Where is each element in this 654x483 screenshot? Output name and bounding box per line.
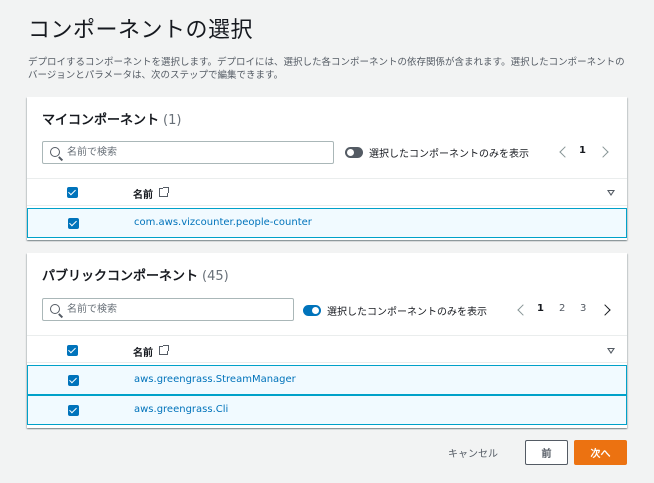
public-components-title: パブリックコンポーネント [42,269,199,284]
external-link-icon [159,345,169,355]
row-checkbox[interactable] [68,218,79,229]
sort-desc-icon[interactable] [607,190,615,196]
page-2[interactable]: 2 [559,303,565,314]
public-components-selected-only-toggle[interactable] [303,305,321,316]
my-components-header: マイコンポーネント (1) [42,109,181,128]
my-components-count: (1) [163,113,182,128]
chevron-right-icon[interactable] [597,146,609,158]
my-components-search[interactable] [42,141,334,164]
page-description: デプロイするコンポーネントを選択します。デプロイには、選択した各コンポーネントの… [28,57,625,81]
component-link[interactable]: aws.greengrass.StreamManager [134,374,296,385]
cancel-button[interactable]: キャンセル [448,445,498,460]
my-components-panel: マイコンポーネント(1) 選択したコンポーネントのみを表示 1 名前 com.a… [27,97,627,240]
my-components-selected-only-toggle[interactable] [345,147,363,158]
column-name-header[interactable]: 名前 [133,344,153,359]
chevron-left-icon[interactable] [559,146,571,158]
my-components-search-input[interactable] [67,145,327,160]
my-components-toggle-label: 選択したコンポーネントのみを表示 [369,149,529,160]
page-1[interactable]: 1 [579,145,586,156]
my-components-table-header: 名前 [27,178,627,206]
page-1[interactable]: 1 [537,303,544,314]
row-checkbox[interactable] [68,375,79,386]
search-icon [50,147,60,157]
table-row[interactable]: com.aws.vizcounter.people-counter [27,208,627,238]
previous-button[interactable]: 前 [525,440,568,465]
public-components-table-header: 名前 [27,335,627,363]
select-all-checkbox[interactable] [67,345,78,356]
next-button[interactable]: 次へ [574,440,627,465]
select-all-checkbox[interactable] [67,187,78,198]
toggle-knob [347,149,354,156]
my-components-title: マイコンポーネント [42,113,160,128]
chevron-right-icon[interactable] [599,304,611,316]
table-row[interactable]: aws.greengrass.Cli [27,395,627,425]
page-title: コンポーネントの選択 [28,18,254,43]
chevron-left-icon[interactable] [517,304,529,316]
public-components-count: (45) [202,269,229,284]
column-name-header[interactable]: 名前 [133,186,153,201]
table-row[interactable]: aws.greengrass.StreamManager [27,365,627,395]
search-icon [50,304,60,314]
public-components-search-input[interactable] [67,302,287,317]
public-components-search[interactable] [42,298,294,321]
public-components-header: パブリックコンポーネント (45) [42,265,229,284]
component-link[interactable]: aws.greengrass.Cli [134,404,228,415]
page-3[interactable]: 3 [580,303,586,314]
component-link[interactable]: com.aws.vizcounter.people-counter [134,217,312,228]
sort-desc-icon[interactable] [607,348,615,354]
row-checkbox[interactable] [68,405,79,416]
toggle-knob [312,307,319,314]
public-components-toggle-label: 選択したコンポーネントのみを表示 [327,307,487,318]
public-components-panel: パブリックコンポーネント(45) 選択したコンポーネントのみを表示 1 2 3 … [27,253,627,428]
external-link-icon [159,187,169,197]
